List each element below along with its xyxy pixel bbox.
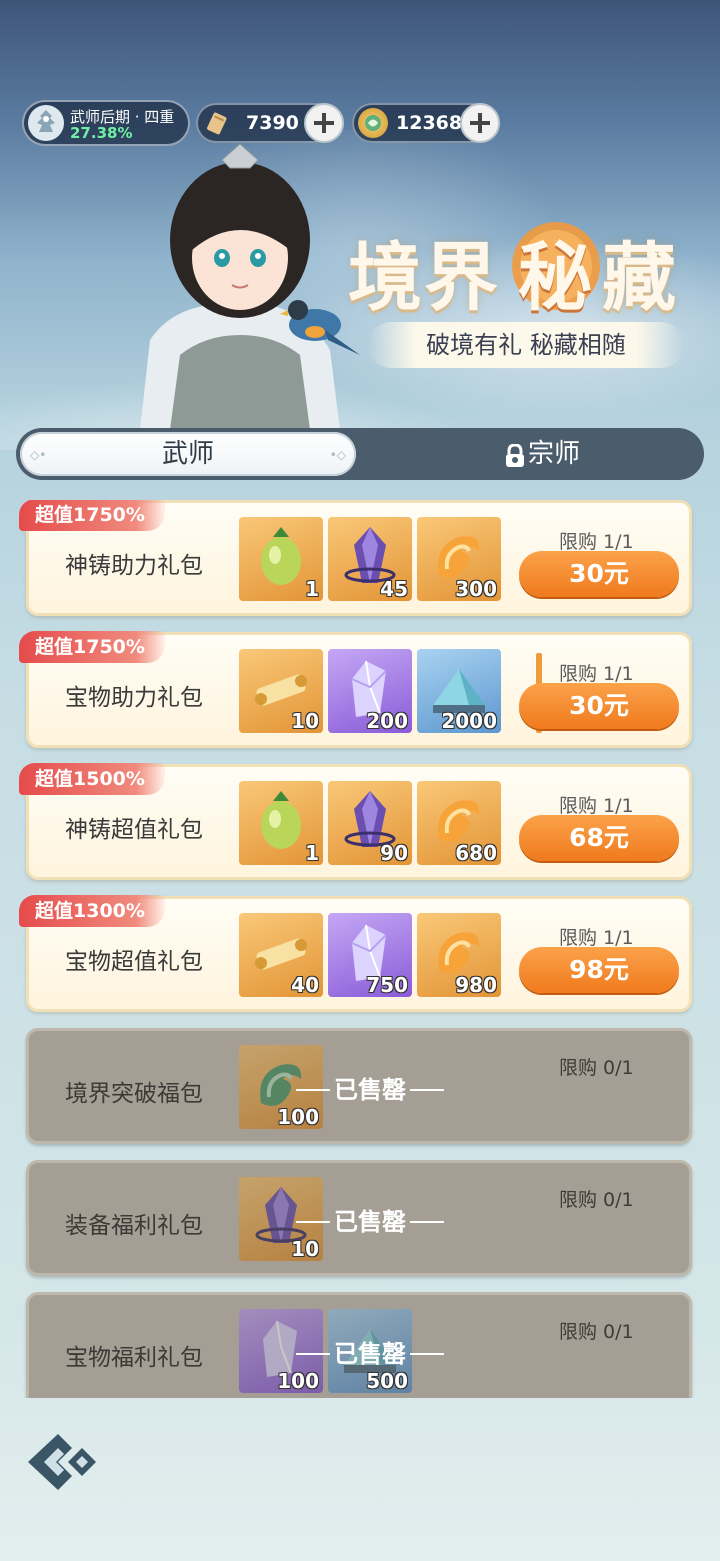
purple-gem-icon[interactable]: 45 bbox=[328, 517, 412, 601]
item-qty: 680 bbox=[455, 841, 497, 865]
scroll-currency-chip: 7390 bbox=[196, 103, 344, 143]
pack-list[interactable]: 超值1750% 神铸助力礼包 1 45 300 限购 1/1 30元 超值175… bbox=[0, 500, 720, 1398]
pack-card-soldout: 宝物福利礼包 100 500 已售罄 限购 0/1 bbox=[26, 1292, 692, 1398]
value-badge: 超值1750% bbox=[19, 500, 165, 531]
purchase-limit: 限购 1/1 bbox=[559, 795, 634, 817]
jade-coin-icon bbox=[358, 108, 388, 138]
hero-character-illustration bbox=[110, 140, 370, 430]
green-fruit-icon[interactable]: 1 bbox=[239, 781, 323, 865]
purchase-limit: 限购 0/1 bbox=[559, 1057, 634, 1079]
pack-name: 装备福利礼包 bbox=[65, 1213, 203, 1239]
add-coin-button[interactable] bbox=[460, 103, 500, 143]
purchase-limit: 限购 1/1 bbox=[559, 927, 634, 949]
pack-card: 超值1750% 神铸助力礼包 1 45 300 限购 1/1 30元 bbox=[19, 500, 692, 616]
pack-card: 超值1750% 宝物助力礼包 10 200 2000 限购 1/1 30元 bbox=[19, 631, 692, 748]
green-fruit-icon[interactable]: 1 bbox=[239, 517, 323, 601]
soldout-label: 已售罄 bbox=[296, 1208, 444, 1236]
scroll-currency-value: 7390 bbox=[246, 112, 299, 134]
banner-title: 境界 秘 藏 bbox=[348, 216, 698, 321]
purple-gem-icon: 10 bbox=[239, 1177, 323, 1261]
pack-name: 宝物福利礼包 bbox=[65, 1345, 203, 1371]
item-qty: 200 bbox=[366, 709, 408, 733]
banner-title-part2: 秘 bbox=[518, 235, 592, 321]
item-qty: 2000 bbox=[441, 709, 497, 733]
tab-zongshi[interactable]: 宗师 bbox=[356, 432, 700, 476]
jade-mountain-icon[interactable]: 2000 bbox=[417, 649, 501, 733]
item-qty: 1 bbox=[305, 577, 319, 601]
golden-scroll-icon[interactable]: 40 bbox=[239, 913, 323, 997]
coin-currency-chip: 12368 bbox=[352, 103, 500, 143]
item-qty: 500 bbox=[366, 1369, 408, 1393]
add-scroll-button[interactable] bbox=[304, 103, 344, 143]
app-root: { "status": { "realm_name": "武师后期 · 四重",… bbox=[0, 0, 720, 1561]
pack-name: 宝物助力礼包 bbox=[65, 685, 203, 711]
purchase-limit: 限购 1/1 bbox=[559, 531, 634, 553]
purchase-limit: 限购 1/1 bbox=[559, 663, 634, 685]
item-qty: 300 bbox=[455, 577, 497, 601]
item-qty: 750 bbox=[366, 973, 408, 997]
item-qty: 40 bbox=[291, 973, 319, 997]
pack-name: 神铸助力礼包 bbox=[65, 553, 203, 579]
pack-name: 境界突破福包 bbox=[65, 1081, 203, 1107]
buy-button[interactable]: 30元 bbox=[519, 551, 679, 597]
back-emblem-button[interactable] bbox=[24, 1430, 98, 1494]
flame-cloud-icon[interactable]: 300 bbox=[417, 517, 501, 601]
buy-button[interactable]: 98元 bbox=[519, 947, 679, 993]
value-badge: 超值1300% bbox=[19, 895, 165, 927]
lock-icon bbox=[504, 443, 526, 472]
item-qty: 10 bbox=[291, 1237, 319, 1261]
pack-card-soldout: 装备福利礼包 10 已售罄 限购 0/1 bbox=[26, 1160, 692, 1276]
item-qty: 10 bbox=[291, 709, 319, 733]
golden-scroll-icon[interactable]: 10 bbox=[239, 649, 323, 733]
item-qty: 1 bbox=[305, 841, 319, 865]
item-qty: 90 bbox=[380, 841, 408, 865]
soldout-label: 已售罄 bbox=[296, 1340, 444, 1368]
banner-subtitle: 破境有礼 秘藏相随 bbox=[426, 331, 626, 359]
tab-wushi[interactable]: ◇• 武师 •◇ bbox=[20, 432, 356, 476]
value-badge: 超值1500% bbox=[19, 763, 165, 795]
purchase-limit: 限购 0/1 bbox=[559, 1321, 634, 1343]
rank-tabs: ◇• 武师 •◇ 宗师 bbox=[16, 428, 704, 480]
crystal-shard-icon[interactable]: 750 bbox=[328, 913, 412, 997]
pack-card-soldout: 境界突破福包 100 已售罄 限购 0/1 bbox=[26, 1028, 692, 1144]
buy-button[interactable]: 30元 bbox=[519, 683, 679, 729]
banner-subtitle-pill: 破境有礼 秘藏相随 bbox=[368, 322, 684, 368]
soldout-label: 已售罄 bbox=[296, 1076, 444, 1104]
banner-title-part3: 藏 bbox=[602, 235, 676, 321]
jade-cloud-icon: 100 bbox=[239, 1045, 323, 1129]
item-qty: 45 bbox=[380, 577, 408, 601]
value-badge: 超值1750% bbox=[19, 631, 165, 663]
scroll-icon bbox=[202, 108, 232, 138]
emblem-icon bbox=[28, 1434, 96, 1490]
item-qty: 980 bbox=[455, 973, 497, 997]
tab-zongshi-label: 宗师 bbox=[528, 439, 581, 469]
diamond-ornament-icon: •◇ bbox=[329, 448, 346, 462]
crystal-shard-icon[interactable]: 200 bbox=[328, 649, 412, 733]
pack-card: 超值1300% 宝物超值礼包 40 750 980 限购 1/1 98元 bbox=[19, 895, 692, 1012]
item-qty: 100 bbox=[277, 1369, 319, 1393]
crystal-shard-icon: 100 bbox=[239, 1309, 323, 1393]
flame-cloud-icon[interactable]: 980 bbox=[417, 913, 501, 997]
banner-title-part1: 境界 bbox=[348, 235, 500, 321]
pack-name: 神铸超值礼包 bbox=[65, 817, 203, 843]
purple-gem-icon[interactable]: 90 bbox=[328, 781, 412, 865]
coin-currency-value: 12368 bbox=[396, 112, 463, 134]
buy-button[interactable]: 68元 bbox=[519, 815, 679, 861]
pack-name: 宝物超值礼包 bbox=[65, 949, 203, 975]
item-qty: 100 bbox=[277, 1105, 319, 1129]
flame-cloud-icon[interactable]: 680 bbox=[417, 781, 501, 865]
tab-wushi-label: 武师 bbox=[161, 439, 214, 469]
realm-avatar-icon bbox=[28, 105, 64, 141]
pack-card: 超值1500% 神铸超值礼包 1 90 680 限购 1/1 68元 bbox=[19, 763, 692, 880]
purchase-limit: 限购 0/1 bbox=[559, 1189, 634, 1211]
